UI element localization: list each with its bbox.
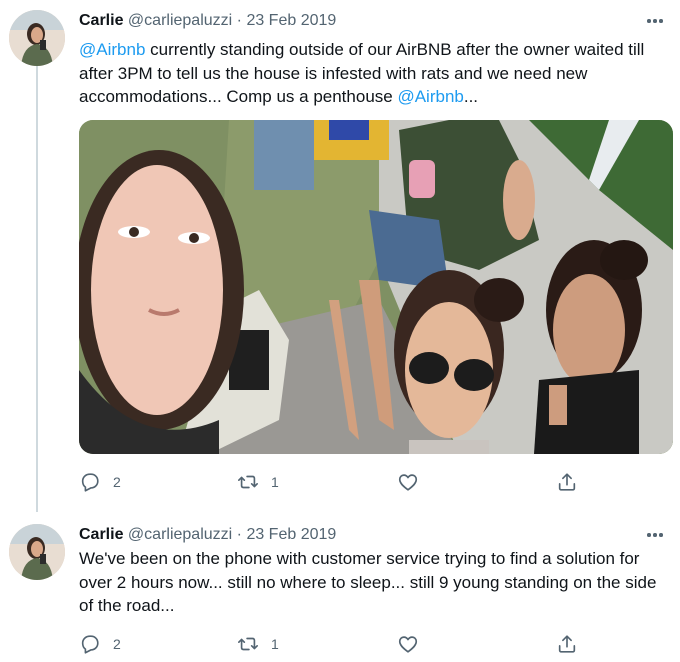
retweet-icon (238, 475, 258, 489)
tweet-date[interactable]: 23 Feb 2019 (246, 526, 336, 543)
share-button[interactable] (556, 632, 578, 656)
author-handle[interactable]: @carliepaluzzi (128, 526, 232, 543)
author-avatar[interactable] (9, 524, 65, 580)
reply-count: 2 (113, 474, 121, 490)
retweet-icon (238, 637, 258, 651)
like-button[interactable] (397, 470, 419, 494)
reply-button[interactable]: 2 (79, 632, 121, 656)
tweet-text: @Airbnb currently standing outside of ou… (79, 38, 669, 109)
share-icon (558, 635, 576, 653)
tweet-header: Carlie @carliepaluzzi · 23 Feb 2019 (79, 10, 336, 32)
tweet-actions: 2 1 (79, 632, 669, 656)
author-avatar[interactable] (9, 10, 65, 66)
author-name[interactable]: Carlie (79, 12, 123, 29)
mention-link[interactable]: @Airbnb (397, 87, 463, 106)
mention-link[interactable]: @Airbnb (79, 40, 145, 59)
retweet-count: 1 (271, 636, 279, 652)
reply-count: 2 (113, 636, 121, 652)
reply-icon (81, 635, 99, 654)
author-name[interactable]: Carlie (79, 526, 123, 543)
retweet-count: 1 (271, 474, 279, 490)
tweet-text: We've been on the phone with customer se… (79, 547, 669, 618)
group-selfie-photo (79, 120, 673, 454)
header-separator: · (236, 526, 242, 543)
reply-icon (81, 473, 99, 492)
share-icon (558, 473, 576, 491)
author-handle[interactable]: @carliepaluzzi (128, 12, 232, 29)
more-options-icon[interactable] (644, 10, 666, 32)
header-separator: · (236, 12, 242, 29)
retweet-button[interactable]: 1 (237, 632, 279, 656)
tweet-ellipsis: ... (463, 87, 479, 106)
share-button[interactable] (556, 470, 578, 494)
tweet-body: currently standing outside of our AirBNB… (79, 40, 645, 106)
tweet-header: Carlie @carliepaluzzi · 23 Feb 2019 (79, 524, 336, 546)
avatar-photo (9, 10, 65, 66)
retweet-button[interactable]: 1 (237, 470, 279, 494)
tweet-photo[interactable] (79, 120, 673, 454)
like-button[interactable] (397, 632, 419, 656)
like-icon (398, 474, 418, 491)
tweet-actions: 2 1 (79, 470, 669, 494)
tweet[interactable]: Carlie @carliepaluzzi · 23 Feb 2019 @Air… (0, 0, 680, 512)
more-options-icon[interactable] (644, 524, 666, 546)
avatar-photo (9, 524, 65, 580)
reply-button[interactable]: 2 (79, 470, 121, 494)
tweet[interactable]: Carlie @carliepaluzzi · 23 Feb 2019 We'v… (0, 512, 680, 662)
like-icon (398, 636, 418, 653)
tweet-date[interactable]: 23 Feb 2019 (246, 12, 336, 29)
tweet-body: We've been on the phone with customer se… (79, 549, 657, 615)
